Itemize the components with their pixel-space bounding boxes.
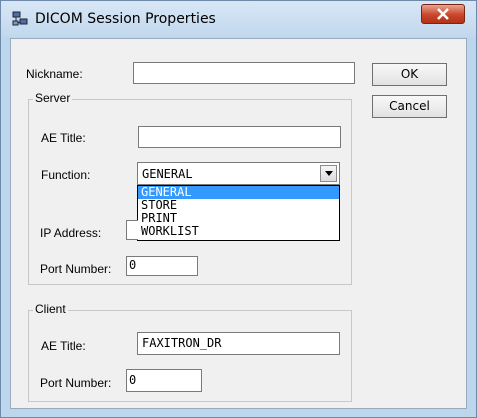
cancel-button[interactable]: Cancel bbox=[372, 95, 447, 118]
dialog-window: DICOM Session Properties Nickname: OK Ca… bbox=[0, 0, 477, 418]
chevron-down-icon bbox=[325, 171, 333, 176]
close-button[interactable] bbox=[421, 4, 465, 24]
server-ae-title-input[interactable] bbox=[138, 126, 341, 148]
function-dropdown-button[interactable] bbox=[320, 165, 337, 182]
nickname-input[interactable] bbox=[133, 62, 355, 84]
function-dropdown-list: GENERAL STORE PRINT WORKLIST bbox=[137, 185, 340, 241]
client-group-label: Client bbox=[33, 302, 68, 316]
server-port-label: Port Number: bbox=[40, 262, 112, 276]
client-port-input[interactable]: 0 bbox=[126, 369, 202, 392]
function-selected-value: GENERAL bbox=[142, 167, 193, 181]
dialog-client-area: Nickname: OK Cancel Server AE Title: Fun… bbox=[10, 38, 467, 409]
server-port-input[interactable]: 0 bbox=[126, 256, 198, 276]
client-ae-title-input[interactable]: FAXITRON_DR bbox=[137, 332, 340, 355]
server-group-label: Server bbox=[33, 91, 73, 105]
server-ae-title-label: AE Title: bbox=[41, 131, 86, 145]
window-title: DICOM Session Properties bbox=[35, 11, 216, 27]
ip-address-input[interactable] bbox=[126, 220, 138, 240]
client-port-label: Port Number: bbox=[40, 376, 112, 390]
title-bar[interactable]: DICOM Session Properties bbox=[1, 1, 476, 37]
nickname-label: Nickname: bbox=[26, 67, 83, 81]
ok-button[interactable]: OK bbox=[372, 63, 447, 86]
function-select[interactable]: GENERAL bbox=[137, 162, 340, 185]
close-icon bbox=[437, 8, 449, 20]
client-ae-title-label: AE Title: bbox=[41, 339, 86, 353]
ip-address-label: IP Address: bbox=[40, 226, 102, 240]
network-app-icon bbox=[12, 11, 28, 26]
function-label: Function: bbox=[41, 168, 91, 182]
function-option[interactable]: WORKLIST bbox=[138, 225, 339, 238]
